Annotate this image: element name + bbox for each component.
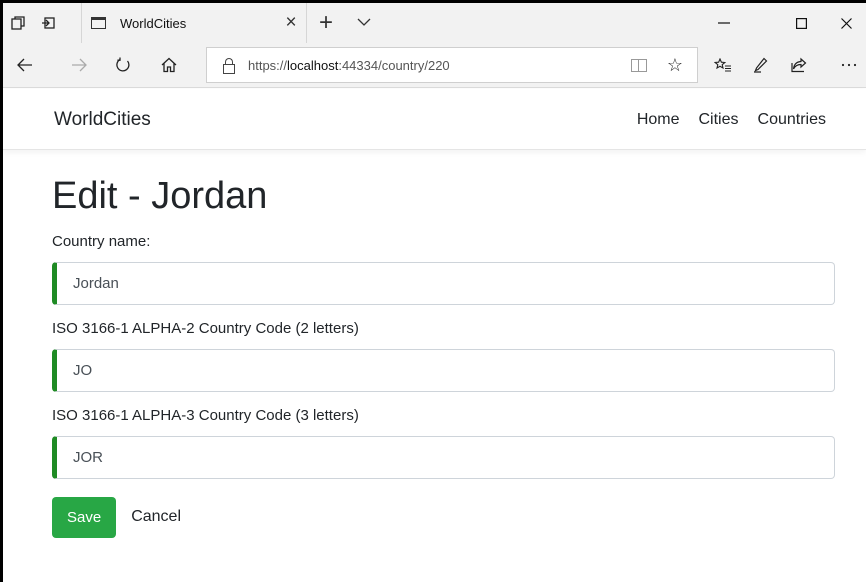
url-scheme: https:// bbox=[248, 57, 288, 73]
forward-arrow-icon[interactable] bbox=[63, 50, 95, 80]
title-bar: WorldCities × + bbox=[3, 3, 866, 43]
favorites-hub-icon[interactable] bbox=[706, 50, 740, 80]
main-content: Edit - Jordan Country name: ISO 3166-1 A… bbox=[52, 175, 836, 538]
iso2-input[interactable] bbox=[52, 348, 835, 392]
minimize-icon[interactable] bbox=[701, 3, 747, 43]
browser-tab[interactable]: WorldCities × bbox=[81, 3, 307, 43]
nav-link-home[interactable]: Home bbox=[637, 111, 680, 129]
new-tab-button[interactable]: + bbox=[319, 9, 333, 37]
address-bar: https://localhost:44334/country/220 ☆ bbox=[3, 43, 866, 88]
lock-icon[interactable] bbox=[223, 58, 235, 74]
nav-link-cities[interactable]: Cities bbox=[699, 111, 739, 129]
page-title: Edit - Jordan bbox=[52, 175, 268, 217]
tab-title: WorldCities bbox=[120, 15, 187, 31]
url-text[interactable]: https://localhost:44334/country/220 bbox=[248, 58, 631, 73]
tab-set-aside-icon[interactable] bbox=[3, 3, 33, 43]
save-button[interactable]: Save bbox=[52, 496, 117, 538]
country-name-label: Country name: bbox=[52, 232, 151, 250]
form-group-iso2: ISO 3166-1 ALPHA-2 Country Code (2 lette… bbox=[52, 320, 836, 392]
tab-close-icon[interactable]: × bbox=[276, 12, 306, 34]
back-arrow-icon[interactable] bbox=[9, 50, 41, 80]
close-icon[interactable] bbox=[823, 3, 866, 43]
maximize-icon[interactable] bbox=[778, 3, 824, 43]
form-group-iso3: ISO 3166-1 ALPHA-3 Country Code (3 lette… bbox=[52, 407, 836, 479]
nav-link-countries[interactable]: Countries bbox=[758, 111, 826, 129]
iso3-input[interactable] bbox=[52, 435, 835, 479]
reading-view-icon[interactable] bbox=[630, 58, 647, 72]
form-buttons: Save Cancel bbox=[52, 496, 836, 538]
site-navbar: WorldCities Home Cities Countries bbox=[3, 89, 866, 150]
pen-icon[interactable] bbox=[744, 50, 778, 80]
tab-preview-icon[interactable] bbox=[33, 3, 63, 43]
page-icon bbox=[91, 17, 106, 29]
cancel-button[interactable]: Cancel bbox=[131, 508, 181, 526]
star-icon[interactable]: ☆ bbox=[667, 55, 683, 76]
refresh-icon[interactable] bbox=[107, 50, 139, 80]
form-group-country-name: Country name: bbox=[52, 233, 836, 305]
site-brand-link[interactable]: WorldCities bbox=[54, 109, 151, 131]
chevron-down-icon[interactable] bbox=[357, 14, 377, 32]
country-name-wrapper bbox=[52, 261, 835, 305]
iso2-wrapper bbox=[52, 348, 835, 392]
iso3-wrapper bbox=[52, 435, 835, 479]
country-name-input[interactable] bbox=[52, 261, 835, 305]
url-path: :44334/country/220 bbox=[338, 57, 450, 73]
share-icon[interactable] bbox=[782, 50, 816, 80]
more-icon[interactable] bbox=[832, 50, 866, 80]
url-bar[interactable]: https://localhost:44334/country/220 ☆ bbox=[206, 47, 698, 83]
iso2-label: ISO 3166-1 ALPHA-2 Country Code (2 lette… bbox=[52, 319, 359, 337]
site-nav-links: Home Cities Countries bbox=[637, 111, 826, 129]
url-host: localhost bbox=[287, 57, 339, 73]
home-icon[interactable] bbox=[153, 50, 185, 80]
iso3-label: ISO 3166-1 ALPHA-3 Country Code (3 lette… bbox=[52, 406, 359, 424]
